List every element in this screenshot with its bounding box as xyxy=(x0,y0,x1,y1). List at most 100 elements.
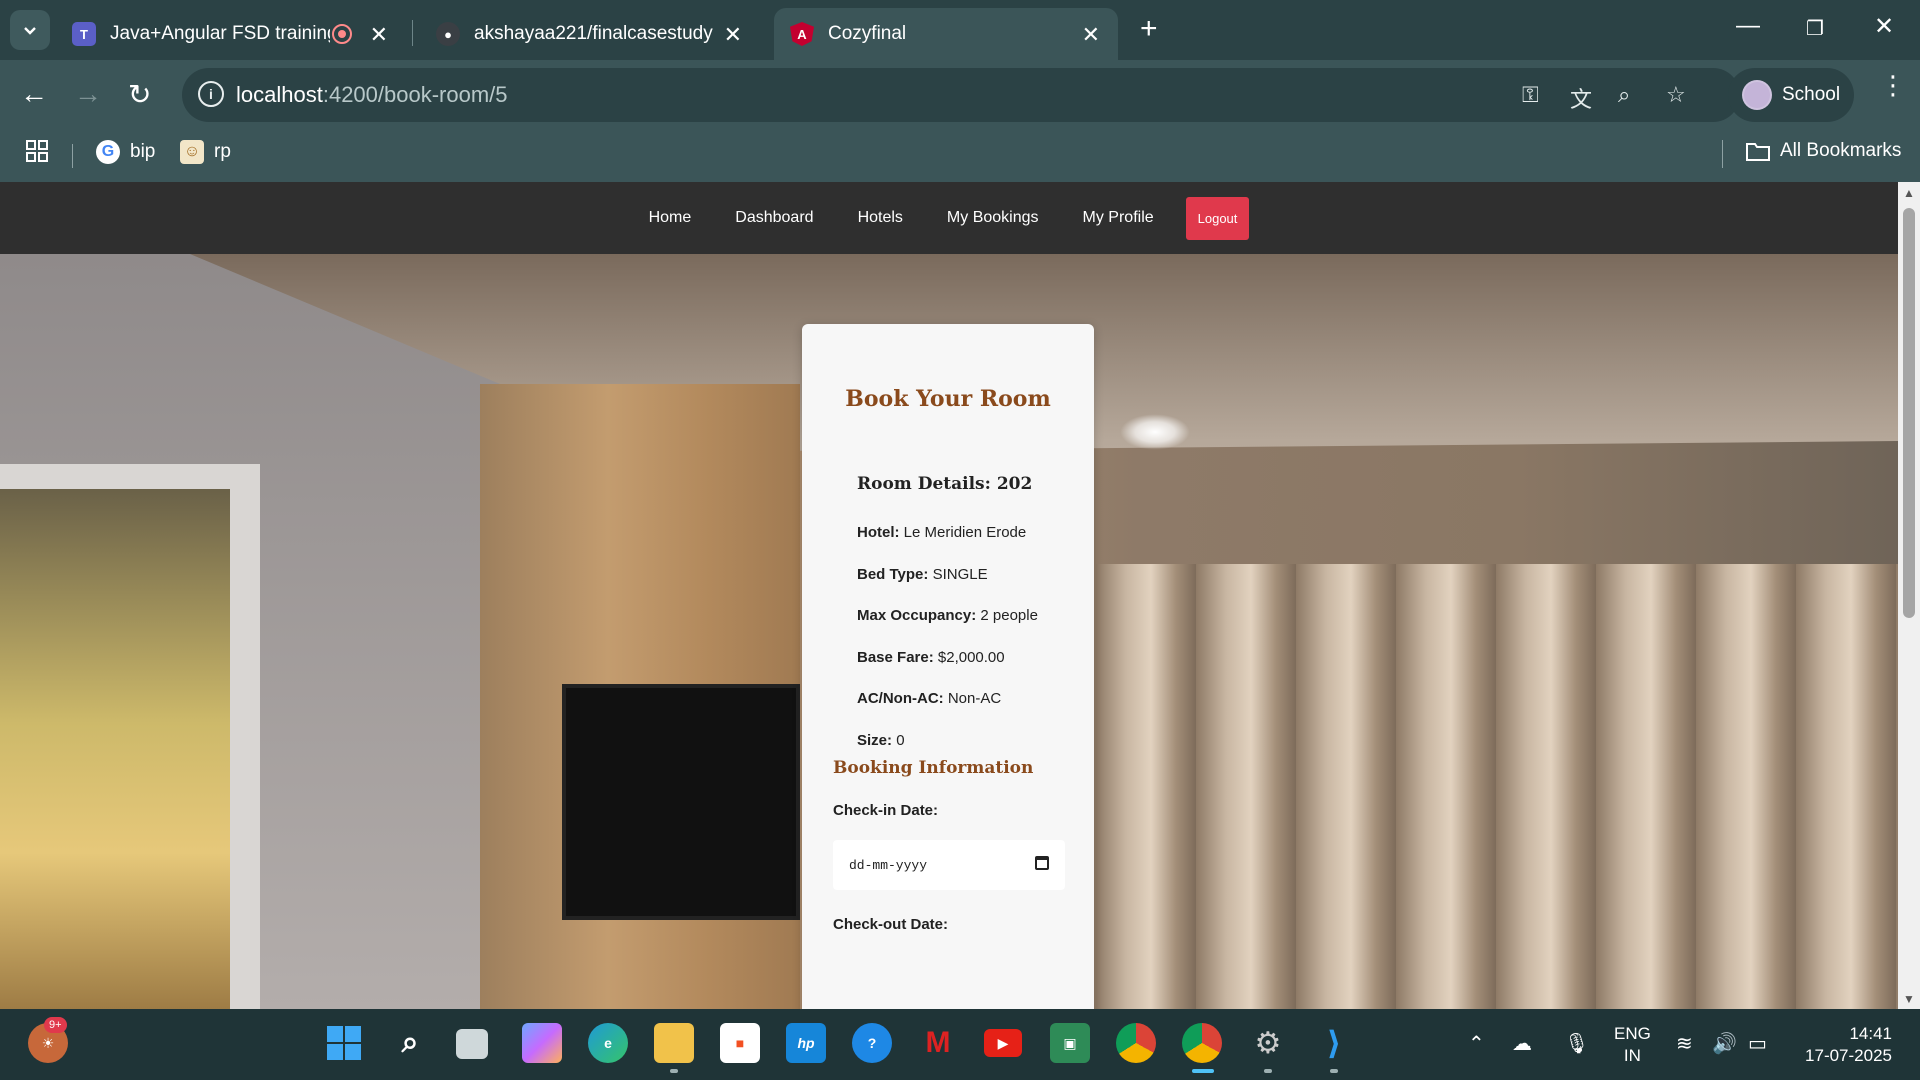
nav-my-profile[interactable]: My Profile xyxy=(1083,209,1154,227)
tab-teams[interactable]: T Java+Angular FSD training ✕ xyxy=(56,8,396,60)
zoom-icon[interactable]: ⌕ xyxy=(1618,82,1630,108)
running-indicator xyxy=(670,1069,678,1073)
address-bar[interactable]: i localhost:4200/book-room/5 ⚿ 文 ⌕ ☆ xyxy=(182,68,1740,122)
detail-label: AC/Non-AC: xyxy=(857,690,944,707)
chrome-profile-icon[interactable] xyxy=(1182,1023,1222,1063)
tab-cozyfinal[interactable]: A Cozyfinal ✕ xyxy=(774,8,1118,60)
site-info-icon[interactable]: i xyxy=(198,81,224,107)
recording-icon xyxy=(332,24,352,44)
room-details-heading: Room Details: 202 xyxy=(857,474,1033,494)
forward-icon[interactable]: → xyxy=(74,78,102,110)
chrome-icon[interactable] xyxy=(1116,1023,1156,1063)
youtube-icon[interactable]: ▶ xyxy=(984,1029,1022,1057)
nav-my-bookings[interactable]: My Bookings xyxy=(947,209,1039,227)
close-tab-icon[interactable]: ✕ xyxy=(1082,22,1100,48)
windows-taskbar: ☀ 9+ ⌕ e ■ hp ? M ▶ ▣ ⚙ ⟩ ⌃ ☁ 🎙 ENG IN ≋… xyxy=(0,1009,1920,1080)
clock-time: 14:41 xyxy=(1849,1024,1892,1043)
chevron-down-icon xyxy=(24,27,36,35)
detail-label: Base Fare: xyxy=(857,649,934,666)
nav-dashboard[interactable]: Dashboard xyxy=(735,209,813,227)
help-icon[interactable]: ? xyxy=(852,1023,892,1063)
battery-icon[interactable]: ▭ xyxy=(1748,1031,1767,1056)
date-placeholder: dd-mm-yyyy xyxy=(849,857,928,873)
profile-label: School xyxy=(1782,84,1841,105)
back-icon[interactable]: ← xyxy=(20,78,48,110)
close-window-icon[interactable]: ✕ xyxy=(1874,12,1894,41)
grid-icon xyxy=(26,140,48,162)
all-bookmarks-button[interactable]: All Bookmarks xyxy=(1746,140,1901,162)
language-code: ENG xyxy=(1614,1024,1651,1043)
url-text[interactable]: localhost:4200/book-room/5 xyxy=(236,82,508,108)
language-indicator[interactable]: ENG IN xyxy=(1614,1023,1651,1067)
bookmark-label: bip xyxy=(130,141,156,162)
all-bookmarks-label: All Bookmarks xyxy=(1780,140,1902,161)
file-explorer-icon[interactable] xyxy=(654,1023,694,1063)
meet-icon[interactable]: ▣ xyxy=(1050,1023,1090,1063)
mcafee-icon[interactable]: M xyxy=(918,1023,958,1063)
edge-icon[interactable]: e xyxy=(588,1023,628,1063)
profile-button[interactable]: School xyxy=(1728,68,1854,122)
detail-hotel: Hotel: Le Meridien Erode xyxy=(857,524,1026,541)
app-navbar: Home Dashboard Hotels My Bookings My Pro… xyxy=(0,182,1898,254)
windows-logo-icon xyxy=(327,1026,361,1060)
bookmark-rp[interactable]: ☺ rp xyxy=(180,140,231,164)
detail-label: Max Occupancy: xyxy=(857,607,977,624)
onedrive-icon[interactable]: ☁ xyxy=(1512,1031,1532,1056)
scrollbar-thumb[interactable] xyxy=(1903,208,1915,618)
bookmark-star-icon[interactable]: ☆ xyxy=(1666,82,1686,108)
checkin-label: Check-in Date: xyxy=(833,802,939,819)
minimize-icon[interactable]: — xyxy=(1736,12,1760,40)
restore-icon[interactable]: ❐ xyxy=(1806,16,1824,41)
myhp-icon[interactable]: hp xyxy=(786,1023,826,1063)
logout-button[interactable]: Logout xyxy=(1185,196,1250,240)
copilot-icon[interactable] xyxy=(522,1023,562,1063)
bookmark-divider xyxy=(72,144,73,168)
detail-value: 0 xyxy=(896,732,905,749)
teams-icon: T xyxy=(72,22,96,46)
bookmark-bip[interactable]: G bip xyxy=(96,140,155,164)
new-tab-icon[interactable]: + xyxy=(1140,12,1158,46)
wifi-icon[interactable]: ≋ xyxy=(1676,1031,1693,1056)
page-title: Book Your Room xyxy=(845,386,1051,412)
calendar-icon[interactable] xyxy=(1035,856,1049,870)
image-icon: ☺ xyxy=(180,140,204,164)
url-host: localhost xyxy=(236,82,323,107)
nav-hotels[interactable]: Hotels xyxy=(858,209,903,227)
nav-home[interactable]: Home xyxy=(649,209,692,227)
bookmark-divider xyxy=(1722,140,1723,168)
close-tab-icon[interactable]: ✕ xyxy=(370,22,388,48)
close-tab-icon[interactable]: ✕ xyxy=(724,22,742,48)
avatar xyxy=(1742,80,1772,110)
vscode-icon[interactable]: ⟩ xyxy=(1314,1023,1354,1063)
scroll-down-icon[interactable]: ▼ xyxy=(1903,992,1915,1006)
search-icon[interactable]: ⌕ xyxy=(390,1023,430,1063)
scroll-up-icon[interactable]: ▲ xyxy=(1903,186,1915,200)
tab-search-button[interactable] xyxy=(10,10,50,50)
checkin-date-input[interactable]: dd-mm-yyyy xyxy=(833,840,1065,890)
angular-icon: A xyxy=(790,22,814,46)
tab-separator xyxy=(412,20,413,46)
tray-chevron-up-icon[interactable]: ⌃ xyxy=(1468,1031,1485,1056)
volume-icon[interactable]: 🔊 xyxy=(1712,1031,1737,1056)
start-icon[interactable] xyxy=(324,1023,364,1063)
password-key-icon[interactable]: ⚿ xyxy=(1522,82,1539,108)
bg-ceiling-light xyxy=(1120,414,1190,450)
tab-strip: T Java+Angular FSD training ✕ ● akshayaa… xyxy=(0,0,1920,60)
microphone-icon[interactable]: 🎙 xyxy=(1564,1031,1589,1056)
page-scrollbar[interactable]: ▲ ▼ xyxy=(1898,182,1920,1009)
task-view-icon[interactable] xyxy=(456,1029,488,1059)
tab-label: akshayaa221/finalcasestudy xyxy=(474,23,713,44)
translate-icon[interactable]: 文 xyxy=(1570,82,1592,114)
bookmarks-bar: G bip ☺ rp All Bookmarks xyxy=(0,128,1920,182)
detail-label: Size: xyxy=(857,732,893,749)
google-icon: G xyxy=(96,140,120,164)
tab-github[interactable]: ● akshayaa221/finalcasestudy ✕ xyxy=(420,8,760,60)
detail-value: SINGLE xyxy=(932,566,988,583)
settings-gear-icon[interactable]: ⚙ xyxy=(1248,1023,1288,1063)
menu-kebab-icon[interactable]: ⋮ xyxy=(1880,72,1906,98)
apps-grid-icon[interactable] xyxy=(26,140,48,162)
browser-chrome: T Java+Angular FSD training ✕ ● akshayaa… xyxy=(0,0,1920,182)
system-clock[interactable]: 14:41 17-07-2025 xyxy=(1798,1023,1892,1067)
microsoft-store-icon[interactable]: ■ xyxy=(720,1023,760,1063)
reload-icon[interactable]: ↻ xyxy=(128,78,151,111)
